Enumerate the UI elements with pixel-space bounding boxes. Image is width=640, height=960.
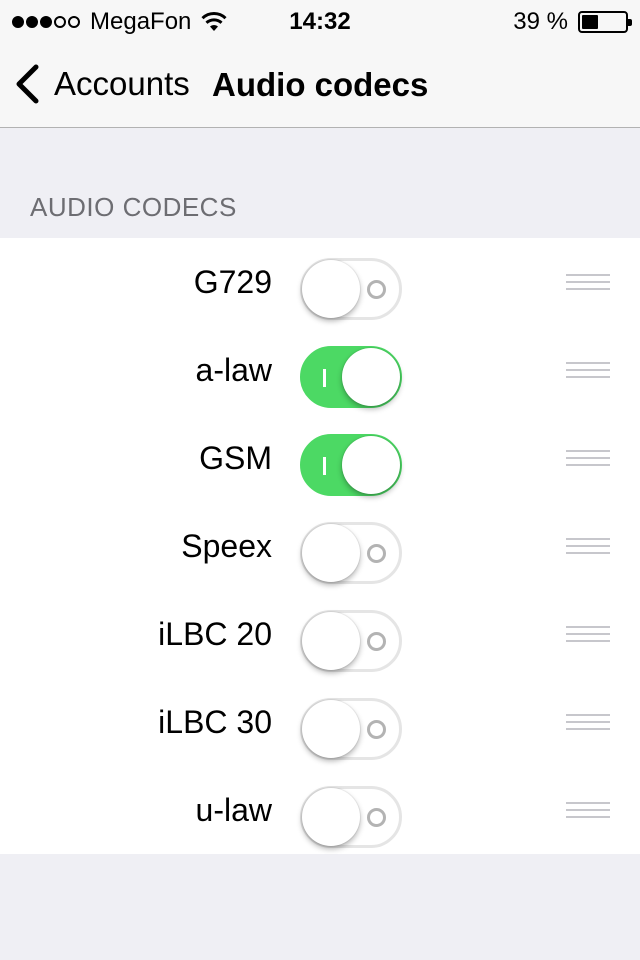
reorder-line <box>566 802 610 804</box>
list-item: Speex <box>0 502 640 590</box>
battery-percent: 39 % <box>513 8 568 35</box>
reorder-line <box>566 281 610 283</box>
battery-fill <box>582 15 598 29</box>
codec-toggle[interactable] <box>300 786 402 848</box>
reorder-icon[interactable] <box>566 274 610 292</box>
list-item: iLBC 30 <box>0 678 640 766</box>
codec-name: G729 <box>193 264 272 300</box>
reorder-line <box>566 464 610 466</box>
reorder-icon[interactable] <box>566 362 610 380</box>
toggle-knob <box>302 524 360 582</box>
toggle-knob <box>302 788 360 846</box>
codec-name: a-law <box>195 352 272 388</box>
codec-name: GSM <box>199 440 272 476</box>
reorder-line <box>566 626 610 628</box>
reorder-line <box>566 362 610 364</box>
toggle-on-indicator-icon <box>323 369 326 387</box>
reorder-line <box>566 714 610 716</box>
status-right: 39 % <box>513 8 632 36</box>
toggle-knob <box>342 436 400 494</box>
toggle-off-indicator-icon <box>367 808 386 827</box>
codec-toggle[interactable] <box>300 610 402 672</box>
toggle-on-indicator-icon <box>323 457 326 475</box>
reorder-line <box>566 274 610 276</box>
codec-toggle[interactable] <box>300 346 402 408</box>
codec-list: G729 a-law GSM Speex iLBC 20 iLBC 30 u-law <box>0 238 640 854</box>
toggle-knob <box>302 260 360 318</box>
codec-toggle[interactable] <box>300 258 402 320</box>
reorder-line <box>566 376 610 378</box>
toggle-off-indicator-icon <box>367 720 386 739</box>
reorder-icon[interactable] <box>566 626 610 644</box>
reorder-line <box>566 538 610 540</box>
list-item: G729 <box>0 238 640 326</box>
codec-name: iLBC 30 <box>158 704 272 740</box>
status-bar: MegaFon 14:32 39 % <box>0 0 640 40</box>
toggle-knob <box>302 700 360 758</box>
reorder-line <box>566 552 610 554</box>
reorder-icon[interactable] <box>566 802 610 820</box>
back-button[interactable]: Accounts <box>14 64 190 104</box>
reorder-line <box>566 545 610 547</box>
page-title: Audio codecs <box>212 66 429 103</box>
battery-icon <box>578 11 632 33</box>
chevron-left-icon <box>16 64 39 104</box>
codec-toggle[interactable] <box>300 434 402 496</box>
toggle-off-indicator-icon <box>367 544 386 563</box>
reorder-line <box>566 816 610 818</box>
battery-tip <box>628 19 632 26</box>
codec-name: u-law <box>195 792 272 828</box>
back-button-label: Accounts <box>54 65 190 102</box>
toggle-off-indicator-icon <box>367 280 386 299</box>
codec-toggle[interactable] <box>300 522 402 584</box>
reorder-line <box>566 809 610 811</box>
codec-name: iLBC 20 <box>158 616 272 652</box>
list-item: a-law <box>0 326 640 414</box>
section-header: AUDIO CODECS <box>30 192 237 222</box>
reorder-line <box>566 288 610 290</box>
codec-name: Speex <box>181 528 272 564</box>
toggle-off-indicator-icon <box>367 632 386 651</box>
reorder-icon[interactable] <box>566 450 610 468</box>
reorder-line <box>566 633 610 635</box>
reorder-line <box>566 450 610 452</box>
reorder-line <box>566 457 610 459</box>
reorder-line <box>566 369 610 371</box>
list-item: u-law <box>0 766 640 854</box>
navigation-bar: Accounts Audio codecs <box>0 40 640 128</box>
list-item: iLBC 20 <box>0 590 640 678</box>
reorder-line <box>566 640 610 642</box>
reorder-icon[interactable] <box>566 538 610 556</box>
codec-toggle[interactable] <box>300 698 402 760</box>
reorder-line <box>566 728 610 730</box>
reorder-line <box>566 721 610 723</box>
list-item: GSM <box>0 414 640 502</box>
toggle-knob <box>302 612 360 670</box>
toggle-knob <box>342 348 400 406</box>
reorder-icon[interactable] <box>566 714 610 732</box>
